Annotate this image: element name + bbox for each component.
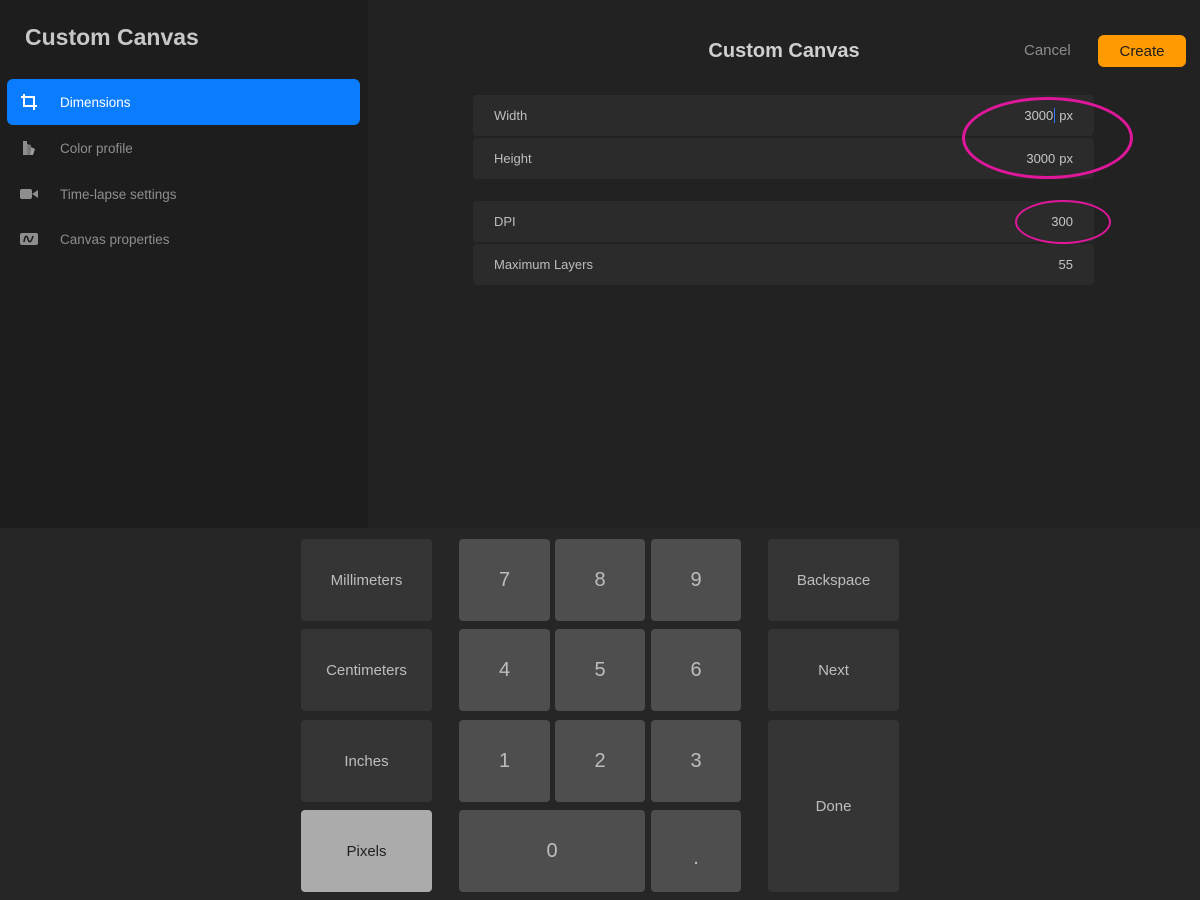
backspace-key[interactable]: Backspace — [768, 539, 899, 621]
digit-4-key[interactable]: 4 — [459, 629, 550, 711]
digit-7-key[interactable]: 7 — [459, 539, 550, 621]
dpi-field[interactable]: DPI 300 — [473, 201, 1094, 242]
sidebar-item-label: Dimensions — [60, 94, 131, 110]
max-layers-label: Maximum Layers — [494, 257, 593, 272]
digit-2-key[interactable]: 2 — [555, 720, 645, 802]
done-key[interactable]: Done — [768, 720, 899, 892]
sidebar-item-label: Color profile — [60, 140, 133, 156]
create-button[interactable]: Create — [1098, 35, 1186, 67]
digit-0-key[interactable]: 0 — [459, 810, 645, 892]
height-value: 3000 — [1026, 151, 1056, 166]
dpi-value[interactable]: 300 — [1051, 214, 1073, 229]
max-layers-value: 55 — [1058, 257, 1073, 272]
height-field[interactable]: Height 3000 px — [473, 138, 1094, 179]
digit-1-key[interactable]: 1 — [459, 720, 550, 802]
unit-pixels-key[interactable]: Pixels — [301, 810, 432, 892]
digit-3-key[interactable]: 3 — [651, 720, 741, 802]
digit-6-key[interactable]: 6 — [651, 629, 741, 711]
max-layers-field: Maximum Layers 55 — [473, 244, 1094, 285]
crop-icon — [17, 90, 41, 114]
main-panel: Custom Canvas Cancel Create Width 3000 p… — [368, 0, 1200, 528]
dpi-label: DPI — [494, 214, 516, 229]
width-value: 3000 — [1024, 108, 1054, 123]
next-key[interactable]: Next — [768, 629, 899, 711]
unit-inches-key[interactable]: Inches — [301, 720, 432, 802]
canvas-properties-icon — [17, 227, 41, 251]
digit-9-key[interactable]: 9 — [651, 539, 741, 621]
digit-5-key[interactable]: 5 — [555, 629, 645, 711]
sidebar-item-color-profile[interactable]: Color profile — [7, 125, 360, 171]
cancel-button[interactable]: Cancel — [1024, 42, 1071, 59]
color-profile-icon — [17, 136, 41, 160]
sidebar-item-label: Canvas properties — [60, 231, 170, 247]
height-unit: px — [1059, 151, 1073, 166]
sidebar-title: Custom Canvas — [25, 24, 199, 50]
width-label: Width — [494, 108, 528, 123]
page-title: Custom Canvas — [708, 40, 860, 62]
sidebar: Custom Canvas Dimensions Color profile T… — [0, 0, 368, 528]
width-field[interactable]: Width 3000 px — [473, 95, 1094, 136]
height-value-group[interactable]: 3000 px — [1026, 151, 1073, 166]
sidebar-item-dimensions[interactable]: Dimensions — [7, 79, 360, 125]
sidebar-item-label: Time-lapse settings — [60, 186, 177, 202]
text-cursor — [1054, 108, 1056, 123]
decimal-point-key[interactable]: . — [651, 810, 741, 892]
video-camera-icon — [17, 182, 41, 206]
unit-centimeters-key[interactable]: Centimeters — [301, 629, 432, 711]
height-label: Height — [494, 151, 532, 166]
width-value-group[interactable]: 3000 px — [1024, 108, 1073, 123]
digit-8-key[interactable]: 8 — [555, 539, 645, 621]
width-unit: px — [1059, 108, 1073, 123]
custom-canvas-screen: Custom Canvas Dimensions Color profile T… — [0, 0, 1200, 900]
sidebar-item-canvas-properties[interactable]: Canvas properties — [7, 216, 360, 262]
unit-millimeters-key[interactable]: Millimeters — [301, 539, 432, 621]
numeric-keypad: Millimeters Centimeters Inches Pixels 7 … — [0, 528, 1200, 900]
sidebar-item-time-lapse-settings[interactable]: Time-lapse settings — [7, 171, 360, 217]
